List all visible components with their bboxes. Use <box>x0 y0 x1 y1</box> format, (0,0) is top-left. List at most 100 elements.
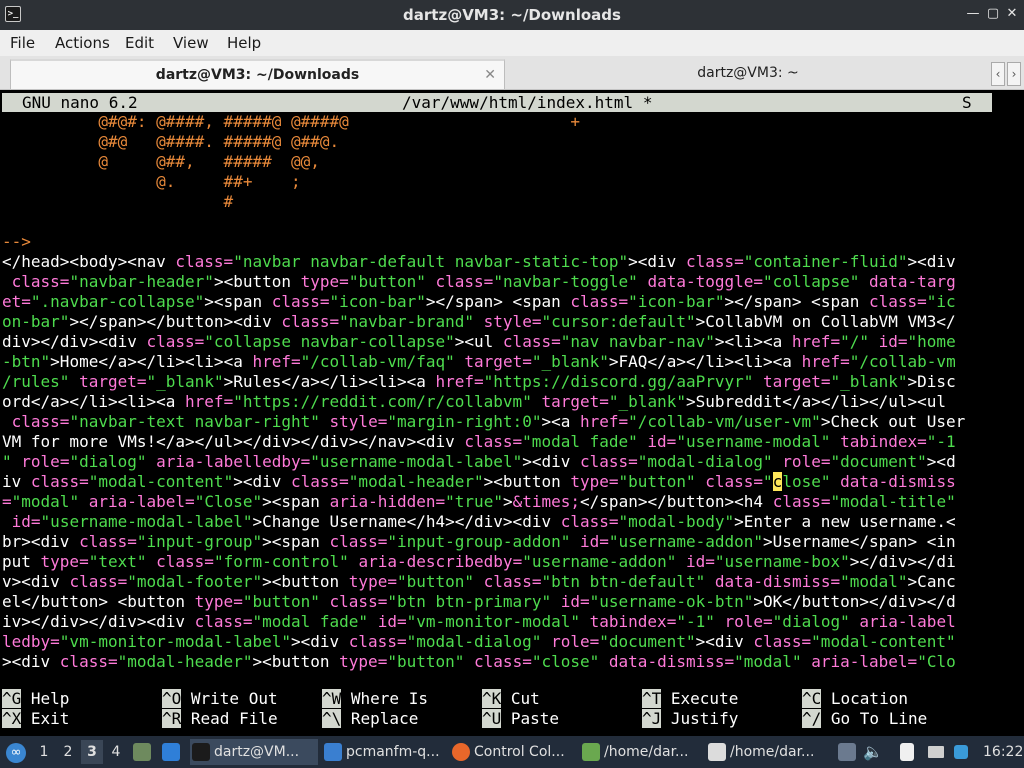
nano-version: GNU nano 6.2 <box>22 93 138 112</box>
menu-help[interactable]: Help <box>227 34 261 52</box>
code-line: id="username-modal-label">Change Usernam… <box>11 512 956 531</box>
tab-scroll-right-icon[interactable]: › <box>1007 62 1021 86</box>
shortcut-label: Cut <box>501 689 540 708</box>
code-line: br><div class="input-group"><span class=… <box>2 532 956 551</box>
menu-view[interactable]: View <box>173 34 209 52</box>
shortcut-label: Location <box>821 689 908 708</box>
workspace-4[interactable]: 4 <box>105 740 127 764</box>
window-title: dartz@VM3: ~/Downloads <box>403 6 621 24</box>
text-editor-icon <box>582 743 600 761</box>
code-line: ="modal" aria-label="Close"><span aria-h… <box>2 492 956 511</box>
start-menu-icon[interactable]: ∞ <box>6 736 28 768</box>
task-button[interactable]: /home/dar... <box>706 739 830 765</box>
tab-downloads[interactable]: dartz@VM3: ~/Downloads ✕ <box>10 59 505 89</box>
workspace-2[interactable]: 2 <box>57 740 79 764</box>
task-button[interactable]: Control Col... <box>450 739 576 765</box>
code-line: " role="dialog" aria-labelledby="usernam… <box>2 452 956 471</box>
shortcut-location: ^C Location <box>802 689 908 709</box>
shortcut-label: Justify <box>661 709 739 728</box>
terminal-icon <box>192 743 210 761</box>
shortcut-label: Read File <box>181 709 278 728</box>
shortcut-key: ^/ <box>802 709 822 728</box>
code-line: on-bar"></span></button><div class="navb… <box>2 312 956 331</box>
shortcut-key: ^C <box>802 689 822 708</box>
shortcut-label: Paste <box>501 709 560 728</box>
nano-header: GNU nano 6.2 /var/www/html/index.html * … <box>2 93 992 112</box>
minimize-icon[interactable]: — <box>964 5 982 23</box>
code-line: ord</a></li><li><a href="https://reddit.… <box>2 392 947 411</box>
shortcut-key: ^O <box>162 689 182 708</box>
menu-edit[interactable]: Edit <box>125 34 154 52</box>
tab-label: dartz@VM3: ~/Downloads <box>155 67 360 83</box>
code-line: iv class="modal-content"><div class="mod… <box>2 472 956 491</box>
code-line: </head><body><nav class="navbar navbar-d… <box>2 252 956 271</box>
shortcut-key: ^G <box>2 689 22 708</box>
code-line: div></div><div class="collapse navbar-co… <box>2 332 956 351</box>
volume-icon[interactable]: 🔈 <box>863 736 883 768</box>
shortcut-label: Write Out <box>181 689 278 708</box>
menu-actions[interactable]: Actions <box>55 34 110 52</box>
maximize-icon[interactable]: ▢ <box>984 5 1002 23</box>
ascii-art-line: @ @##, ##### @@, <box>2 152 320 171</box>
shortcut-help: ^G Help <box>2 689 69 709</box>
shortcut-key: ^U <box>482 709 502 728</box>
file-manager-launcher-icon[interactable] <box>133 736 155 768</box>
shortcut-cut: ^K Cut <box>482 689 540 709</box>
shortcut-key: ^K <box>482 689 502 708</box>
terminal-area[interactable]: GNU nano 6.2 /var/www/html/index.html * … <box>0 90 1024 736</box>
tab-close-icon[interactable]: ✕ <box>484 61 496 89</box>
shortcut-read-file: ^R Read File <box>162 709 278 729</box>
task-label: /home/dar... <box>604 744 689 760</box>
nano-filename: /var/www/html/index.html * <box>402 93 653 112</box>
shortcut-justify: ^J Justify <box>642 709 738 729</box>
window-titlebar: >_ dartz@VM3: ~/Downloads — ▢ ✕ <box>0 0 1024 30</box>
firefox-icon <box>452 743 470 761</box>
shortcut-key: ^J <box>642 709 662 728</box>
updates-icon[interactable] <box>954 736 972 768</box>
shortcut-execute: ^T Execute <box>642 689 738 709</box>
shortcut-write-out: ^O Write Out <box>162 689 278 709</box>
task-label: /home/dar... <box>730 744 815 760</box>
code-line: ledby="vm-monitor-modal-label"><div clas… <box>2 632 956 651</box>
task-label: dartz@VM... <box>214 744 300 760</box>
shortcut-exit: ^X Exit <box>2 709 69 729</box>
comment-close: --> <box>2 232 31 251</box>
tab-bar: dartz@VM3: ~/Downloads ✕ dartz@VM3: ~ ‹ … <box>0 56 1024 90</box>
code-line: v><div class="modal-footer"><button type… <box>2 572 956 591</box>
shortcut-replace: ^\ Replace <box>322 709 418 729</box>
workspace-3[interactable]: 3 <box>81 740 103 764</box>
code-line: put type="text" class="form-control" ari… <box>2 552 956 571</box>
nano-flag: S <box>962 93 972 112</box>
task-button[interactable]: dartz@VM... <box>190 739 318 765</box>
shortcut-key: ^\ <box>322 709 342 728</box>
tab-label: dartz@VM3: ~ <box>697 65 799 81</box>
folder-tray-icon[interactable] <box>838 736 860 768</box>
code-line: -btn">Home</a></li><li><a href="/collab-… <box>2 352 956 371</box>
shortcut-label: Replace <box>341 709 419 728</box>
code-line: el</button> <button type="button" class=… <box>2 592 956 611</box>
image-viewer-icon <box>708 743 726 761</box>
close-icon[interactable]: ✕ <box>1003 5 1021 23</box>
ascii-art-line: @#@#: @####, #####@ @####@ + <box>2 112 580 131</box>
shortcut-label: Go To Line <box>821 709 928 728</box>
shortcut-key: ^W <box>322 689 342 708</box>
shortcut-key: ^T <box>642 689 662 708</box>
show-desktop-icon[interactable] <box>162 736 184 768</box>
shortcut-key: ^X <box>2 709 22 728</box>
task-button[interactable]: /home/dar... <box>580 739 702 765</box>
shortcut-key: ^R <box>162 709 182 728</box>
menu-file[interactable]: File <box>10 34 35 52</box>
taskbar: ∞ 1234 dartz@VM... pcmanfm-q... Control Co… <box>0 736 1024 768</box>
clipboard-icon[interactable] <box>900 736 918 768</box>
shortcut-paste: ^U Paste <box>482 709 559 729</box>
task-button[interactable]: pcmanfm-q... <box>322 739 446 765</box>
code-line: class="navbar-header"><button type="butt… <box>11 272 956 291</box>
network-icon[interactable] <box>928 736 948 768</box>
workspace-1[interactable]: 1 <box>33 740 55 764</box>
shortcut-label: Exit <box>21 709 70 728</box>
tab-home[interactable]: dartz@VM3: ~ <box>506 59 990 89</box>
shortcut-go-to-line: ^/ Go To Line <box>802 709 927 729</box>
tab-scroll-left-icon[interactable]: ‹ <box>991 62 1005 86</box>
code-line: et=".navbar-collapse"><span class="icon-… <box>2 292 956 311</box>
clock[interactable]: 16:22 <box>983 736 1023 768</box>
